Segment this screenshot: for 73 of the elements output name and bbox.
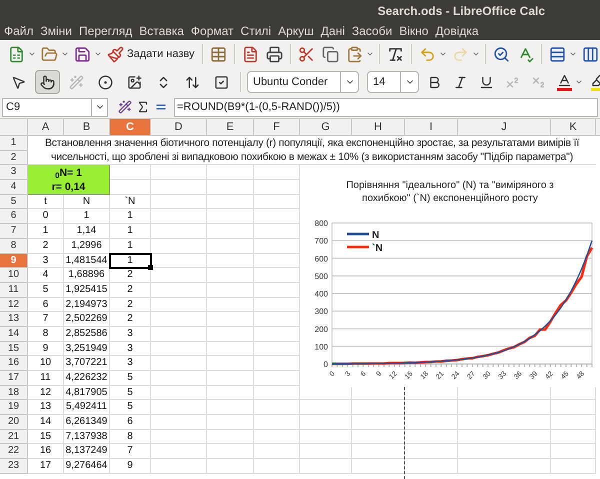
table-cell: 15 xyxy=(28,430,64,444)
axis-label: 700 xyxy=(314,236,328,246)
table-cell: 2 xyxy=(28,238,64,254)
axis-label: 600 xyxy=(314,254,328,264)
table-cell: 2 xyxy=(110,268,151,283)
table-cell: 7 xyxy=(110,444,151,460)
axis-label: 100 xyxy=(314,342,328,352)
table-cell: 3 xyxy=(28,254,64,268)
table-cell: 9,276464 xyxy=(64,459,110,474)
axis-label: 300 xyxy=(314,307,328,316)
table-cell: t xyxy=(28,194,64,210)
chart-title: Порівняння "ідеального" (N) та "виміряного з похибкою" (`N) експоненційного росту xyxy=(345,179,555,205)
axis-label: 0 xyxy=(324,360,328,369)
table-cell: 3 xyxy=(110,342,151,356)
sheet-title: Встановлення значення біотичного потенціалу (r) популяції, яка експоненційно зростає, за результатами вимірів її xyxy=(44,136,580,150)
table-cell: 4,817905 xyxy=(64,386,110,400)
table-cell: 1,68896 xyxy=(64,268,110,283)
table-cell: 3 xyxy=(110,356,151,371)
table-cell: 8 xyxy=(28,326,64,342)
table-cell: 4,226232 xyxy=(64,371,110,386)
table-cell: 1 xyxy=(110,224,151,239)
table-cell: 2 xyxy=(110,282,151,298)
table-cell: 1 xyxy=(110,254,151,268)
table-cell: 2 xyxy=(110,298,151,312)
table-cell: 8,137249 xyxy=(64,444,110,460)
table-cell: 1 xyxy=(110,238,151,254)
table-cell: 8 xyxy=(110,430,151,444)
table-cell: 6,261349 xyxy=(64,415,110,430)
table-cell: `N xyxy=(110,194,151,210)
table-cell: 1,481544 xyxy=(64,254,110,268)
table-cell: 1,925415 xyxy=(64,282,110,298)
table-cell: 13 xyxy=(28,400,64,416)
table-cell: 4 xyxy=(28,268,64,283)
table-cell: 1 xyxy=(64,209,110,224)
axis-label: 800 xyxy=(314,219,328,228)
table-cell: 5 xyxy=(110,400,151,416)
table-cell: 17 xyxy=(28,459,64,474)
table-cell: 7,137938 xyxy=(64,430,110,444)
table-cell: 10 xyxy=(28,356,64,371)
axis-label: 400 xyxy=(314,290,328,298)
axis-label: 500 xyxy=(314,272,328,281)
table-cell: 2,502269 xyxy=(64,312,110,327)
table-cell: 2,852586 xyxy=(64,326,110,342)
table-cell: 11 xyxy=(28,371,64,386)
table-cell: 2 xyxy=(110,312,151,327)
table-cell: 5,492411 xyxy=(64,400,110,416)
table-cell: 9 xyxy=(110,459,151,474)
table-cell: 5 xyxy=(110,386,151,400)
table-cell: 12 xyxy=(28,386,64,400)
table-cell: 7 xyxy=(28,312,64,327)
table-cell: N xyxy=(64,194,110,210)
table-cell: 3,707221 xyxy=(64,356,110,371)
table-cell: 0 xyxy=(28,209,64,224)
table-cell: 1,14 xyxy=(64,224,110,239)
table-cell: 3,251949 xyxy=(64,342,110,356)
table-cell: 5 xyxy=(28,282,64,298)
table-cell: 1,2996 xyxy=(64,238,110,254)
sheet-title: чисельності, що зроблені зі випадковою похибкою в межах ± 10% (з використанням засобу "Підбір параметра") xyxy=(50,150,574,164)
table-cell: 2,194973 xyxy=(64,298,110,312)
table-cell: 6 xyxy=(28,298,64,312)
table-cell: 6 xyxy=(110,415,151,430)
table-cell: 1 xyxy=(110,209,151,224)
parameters-cell: $_{0}$N= 1 r= 0,14 xyxy=(28,165,110,195)
table-cell: 1 xyxy=(28,224,64,239)
table-cell: 9 xyxy=(28,342,64,356)
axis-label: 200 xyxy=(314,324,328,334)
legend-label: N xyxy=(372,230,380,241)
window-title: Search.ods - LibreOffice Calc xyxy=(378,3,545,20)
table-cell: 5 xyxy=(110,371,151,386)
table-cell: 3 xyxy=(110,326,151,342)
legend-label: `N xyxy=(372,243,383,254)
table-cell: 14 xyxy=(28,415,64,430)
table-cell: 16 xyxy=(28,444,64,460)
